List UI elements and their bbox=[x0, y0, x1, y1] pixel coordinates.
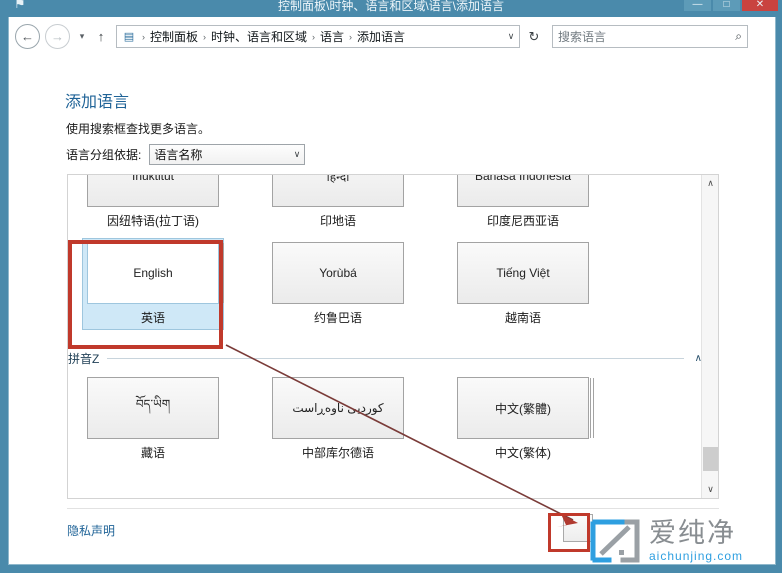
address-bar[interactable]: ▤ › 控制面板 › 时钟、语言和区域 › 语言 › 添加语言 ∨ bbox=[116, 25, 520, 48]
page-subtitle: 使用搜索框查找更多语言。 bbox=[66, 122, 211, 136]
tile-display-label: 中文(繁体) bbox=[495, 446, 551, 460]
breadcrumb-item-1[interactable]: 时钟、语言和区域 bbox=[210, 28, 308, 45]
scrollbar-thumb[interactable] bbox=[703, 447, 718, 471]
up-button[interactable]: ↑ bbox=[92, 25, 110, 49]
group-by-select[interactable]: 语言名称 ∨ bbox=[149, 144, 306, 165]
language-tile[interactable]: کوردیی ناوەڕاست 中部库尔德语 bbox=[261, 377, 415, 461]
breadcrumb-separator: › bbox=[349, 31, 353, 42]
tile-native-name[interactable]: Bahasa Indonesia bbox=[457, 175, 589, 207]
group-by-row: 语言分组依据: 语言名称 ∨ bbox=[66, 144, 306, 165]
breadcrumb-separator: › bbox=[203, 31, 207, 42]
page-title: 添加语言 bbox=[65, 94, 130, 111]
language-tile[interactable]: བོད་ཡིག 藏语 bbox=[76, 377, 230, 461]
language-tile[interactable]: Inuktitut 因纽特语(拉丁语) bbox=[76, 175, 230, 229]
language-list[interactable]: Inuktitut 因纽特语(拉丁语) हिन्दी 印地语 Bahasa Indone… bbox=[67, 174, 719, 499]
control-panel-icon: ▤ bbox=[123, 31, 135, 43]
content-pane: 添加语言 使用搜索框查找更多语言。 语言分组依据: 语言名称 ∨ Inuktit… bbox=[8, 56, 776, 565]
search-input[interactable]: 搜索语言 bbox=[558, 28, 735, 45]
watermark-cn: 爱纯净 bbox=[649, 517, 736, 549]
tile-display-label: 印度尼西亚语 bbox=[486, 214, 559, 228]
tile-inner: Tiếng Việt 越南语 bbox=[446, 242, 600, 326]
tile-native-name[interactable]: Inuktitut bbox=[87, 175, 219, 207]
breadcrumb-item-2[interactable]: 语言 bbox=[319, 28, 345, 45]
tile-native-name[interactable]: བོད་ཡིག bbox=[87, 377, 219, 439]
chevron-up-icon[interactable]: ∧ bbox=[684, 353, 702, 364]
tile-display-label: 藏语 bbox=[140, 446, 165, 460]
group-by-value: 语言名称 bbox=[154, 148, 203, 162]
group-header-divider bbox=[107, 357, 684, 359]
watermark: 爱纯净 aichunjing.com bbox=[589, 512, 779, 570]
language-tile[interactable]: 中文(繁體) 中文(繁体) bbox=[446, 377, 600, 461]
tile-inner: Bahasa Indonesia 印度尼西亚语 bbox=[446, 175, 600, 229]
window-root: ⚑ 控制面板\时钟、语言和区域\语言\添加语言 — □ ✕ ← → ▾ ↑ ▤ … bbox=[0, 0, 782, 573]
tile-inner: བོད་ཡིག 藏语 bbox=[76, 377, 230, 461]
tile-native-name[interactable]: Yorùbá bbox=[272, 242, 404, 304]
tile-inner: English 英语 bbox=[76, 242, 230, 326]
breadcrumb-item-3[interactable]: 添加语言 bbox=[356, 28, 406, 45]
tile-native-name[interactable]: Tiếng Việt bbox=[457, 242, 589, 304]
breadcrumb-item-0[interactable]: 控制面板 bbox=[149, 28, 199, 45]
aichunjing-logo bbox=[589, 518, 641, 564]
title-bar: ⚑ 控制面板\时钟、语言和区域\语言\添加语言 — □ ✕ bbox=[0, 0, 782, 17]
tile-inner: کوردیی ناوەڕاست 中部库尔德语 bbox=[261, 377, 415, 461]
tile-inner: 中文(繁體) 中文(繁体) bbox=[446, 377, 600, 461]
tile-native-name[interactable]: 中文(繁體) bbox=[457, 377, 595, 439]
window-title: 控制面板\时钟、语言和区域\语言\添加语言 bbox=[277, 0, 504, 13]
tile-display-label: 中部库尔德语 bbox=[301, 446, 374, 460]
language-tile[interactable]: Bahasa Indonesia 印度尼西亚语 bbox=[446, 175, 600, 229]
group-header-label: 拼音Z bbox=[68, 351, 100, 366]
chevron-down-icon: ∨ bbox=[293, 149, 301, 159]
group-by-label: 语言分组依据: bbox=[66, 148, 142, 162]
close-button[interactable]: ✕ bbox=[742, 0, 778, 11]
window-controls: — □ ✕ bbox=[684, 0, 778, 11]
refresh-button[interactable]: ↻ bbox=[522, 25, 546, 48]
navigation-toolbar: ← → ▾ ↑ ▤ › 控制面板 › 时钟、语言和区域 › 语言 › 添加语言 … bbox=[8, 17, 776, 56]
magnifier-icon: ⌕ bbox=[735, 29, 742, 43]
language-tile[interactable]: हिन्दी 印地语 bbox=[261, 175, 415, 229]
vertical-scrollbar[interactable]: ∧ ∨ bbox=[701, 175, 718, 498]
breadcrumb-separator: › bbox=[142, 31, 145, 42]
scroll-up-button[interactable]: ∧ bbox=[702, 175, 718, 192]
tile-display-label: 约鲁巴语 bbox=[313, 311, 362, 325]
watermark-text: 爱纯净 aichunjing.com bbox=[649, 517, 744, 564]
tile-inner: Inuktitut 因纽特语(拉丁语) bbox=[76, 175, 230, 229]
back-button[interactable]: ← bbox=[15, 24, 40, 49]
tile-inner: हिन्दी 印地语 bbox=[261, 175, 415, 229]
chevron-down-icon[interactable]: ∨ bbox=[503, 31, 519, 42]
watermark-en: aichunjing.com bbox=[649, 548, 744, 563]
breadcrumb-separator: › bbox=[312, 31, 316, 42]
group-header[interactable]: 拼音Z ∧ bbox=[68, 347, 702, 369]
maximize-button[interactable]: □ bbox=[713, 0, 740, 11]
tile-native-name[interactable]: English bbox=[87, 242, 225, 304]
language-tile[interactable]: Tiếng Việt 越南语 bbox=[446, 242, 600, 326]
language-tile[interactable]: English 英语 bbox=[76, 238, 230, 330]
tile-native-name[interactable]: کوردیی ناوەڕاست bbox=[272, 377, 404, 439]
search-box[interactable]: 搜索语言 ⌕ bbox=[552, 25, 748, 48]
privacy-statement-link[interactable]: 隐私声明 bbox=[67, 522, 115, 539]
tile-display-label: 越南语 bbox=[504, 311, 541, 325]
recent-locations-button[interactable]: ▾ bbox=[74, 25, 90, 49]
minimize-button[interactable]: — bbox=[684, 0, 711, 11]
tile-display-label: 印地语 bbox=[319, 214, 356, 228]
forward-button[interactable]: → bbox=[45, 24, 70, 49]
footer-divider bbox=[67, 508, 719, 509]
tile-inner: Yorùbá 约鲁巴语 bbox=[261, 242, 415, 326]
tile-display-label: 因纽特语(拉丁语) bbox=[107, 214, 199, 228]
tile-display-label: 英语 bbox=[140, 311, 165, 325]
scroll-down-button[interactable]: ∨ bbox=[702, 481, 718, 498]
language-tile[interactable]: Yorùbá 约鲁巴语 bbox=[261, 242, 415, 326]
tile-native-name[interactable]: हिन्दी bbox=[272, 175, 404, 207]
